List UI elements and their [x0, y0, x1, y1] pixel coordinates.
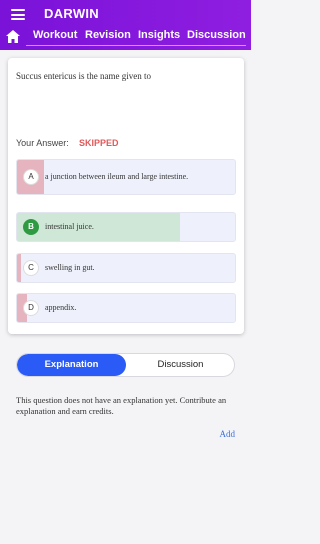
explanation-text: This question does not have an explanati…: [16, 395, 227, 416]
option-a[interactable]: A a junction between ileum and large int…: [16, 159, 236, 195]
option-letter: A: [23, 169, 39, 185]
menu-icon[interactable]: [11, 9, 25, 20]
tab-revision[interactable]: Revision: [85, 29, 131, 41]
app-title: DARWIN: [44, 6, 99, 21]
home-icon[interactable]: [6, 30, 20, 43]
explanation-discussion-toggle: Explanation Discussion: [16, 353, 235, 377]
option-text: a junction between ileum and large intes…: [45, 172, 189, 181]
tab-discussion[interactable]: Discussion: [187, 29, 246, 41]
your-answer-label: Your Answer:: [16, 138, 69, 148]
explanation-tab-button[interactable]: Explanation: [17, 354, 126, 376]
option-b[interactable]: B intestinal juice.: [16, 212, 236, 242]
discussion-tab-button[interactable]: Discussion: [126, 354, 234, 376]
your-answer-status: SKIPPED: [79, 138, 119, 148]
option-letter: D: [23, 300, 39, 316]
tab-workout[interactable]: Workout: [33, 29, 77, 41]
option-letter: C: [23, 260, 39, 276]
add-explanation-link[interactable]: Add: [220, 429, 236, 439]
option-text: intestinal juice.: [45, 222, 94, 231]
option-d[interactable]: D appendix.: [16, 293, 236, 323]
nav-tabs: Workout Revision Insights Discussion: [0, 28, 251, 48]
correct-option-letter: B: [23, 219, 39, 235]
tab-underline: [26, 45, 246, 46]
option-text: appendix.: [45, 303, 77, 312]
question-text: Succus entericus is the name given to: [16, 71, 151, 81]
question-card: Succus entericus is the name given to Yo…: [8, 58, 244, 334]
app-bar: DARWIN Workout Revision Insights Discuss…: [0, 0, 251, 50]
tab-insights[interactable]: Insights: [138, 29, 180, 41]
option-c[interactable]: C swelling in gut.: [16, 253, 236, 283]
option-text: swelling in gut.: [45, 263, 95, 272]
